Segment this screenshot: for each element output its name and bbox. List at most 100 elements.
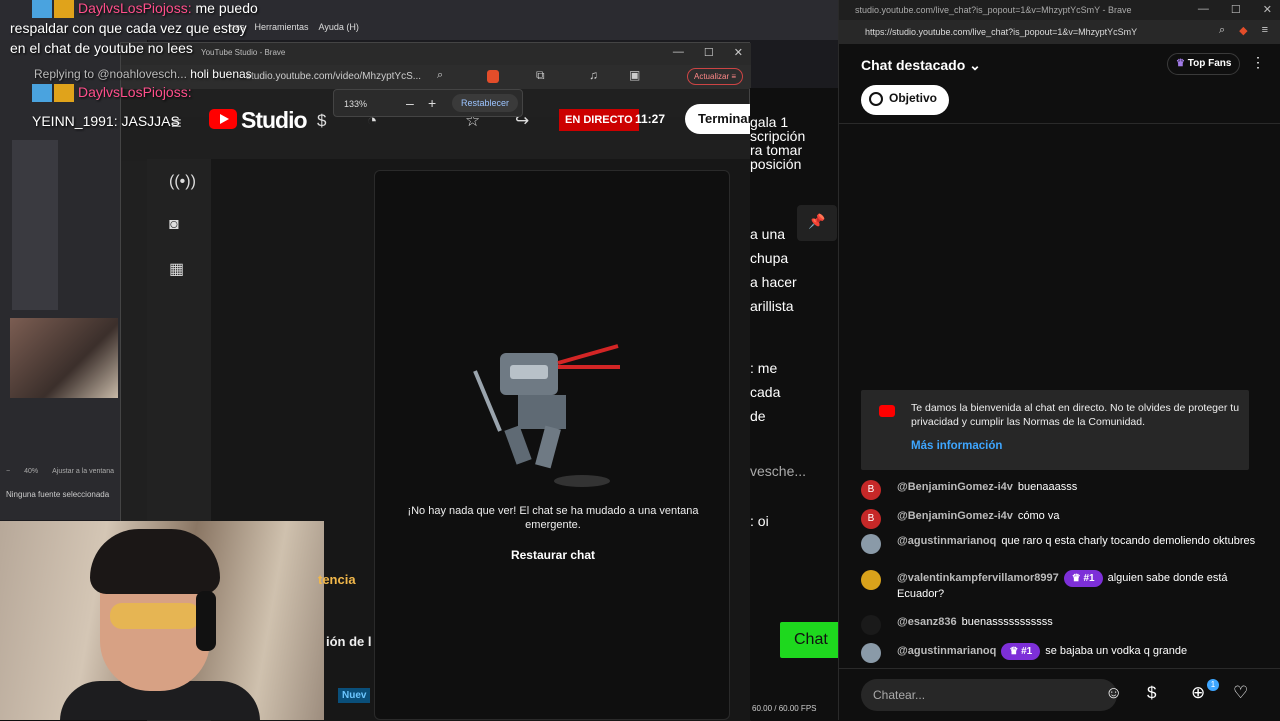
overlay-text: arillista (750, 298, 794, 314)
zoom-percent: 133% (344, 99, 368, 109)
message-author[interactable]: @agustinmarianoq (897, 535, 996, 547)
message-author[interactable]: @valentinkampfervillamor8997 (897, 572, 1059, 584)
goal-button[interactable]: Objetivo (861, 85, 950, 115)
overlay-text: chupa (750, 250, 789, 266)
brave-shield-icon[interactable] (487, 70, 499, 83)
avatar[interactable] (861, 534, 881, 554)
chat-message: @valentinkampfervillamor8997 ♛ #1 alguien … (861, 570, 1257, 602)
zoom-level: 40% (24, 468, 39, 475)
zoom-icon[interactable]: ⌕ (1219, 24, 1225, 37)
tab-tencia[interactable]: tencia (318, 572, 356, 587)
avatar[interactable] (861, 643, 881, 663)
overlay-line: YEINN_1991: JASJJAS (32, 113, 180, 129)
menu-item-ayuda[interactable]: Ayuda (H) (319, 22, 359, 32)
crown-icon (54, 0, 74, 19)
wallet-icon[interactable]: ▣ (629, 68, 640, 82)
window-controls: — ☐ ✕ (1198, 3, 1272, 16)
super-chat-icon[interactable]: $ (1147, 683, 1156, 703)
monetization-icon[interactable]: $ (317, 111, 326, 131)
chat-header: Chat destacado ⌄ ♛ Top Fans ⋮ Objetivo (839, 44, 1280, 124)
overlay-line: respaldar con que cada vez que estoy (10, 20, 247, 36)
avatar[interactable]: B (861, 480, 881, 500)
close-icon[interactable]: ✕ (734, 46, 743, 59)
chat-url-icons: ⌕ ◆ ≡ (1219, 24, 1268, 37)
chat-url-bar[interactable]: https://studio.youtube.com/live_chat?is_… (839, 20, 1280, 44)
message-text: buenasssssssssss (961, 616, 1053, 628)
zoom-in-button[interactable]: + (428, 95, 436, 111)
headset-icon (196, 591, 216, 651)
avatar[interactable] (861, 615, 881, 635)
crown-icon (54, 84, 74, 103)
overlay-text: vesche... (750, 463, 807, 479)
more-options-icon[interactable]: ⋮ (1251, 54, 1265, 71)
message-author[interactable]: @agustinmarianoq (897, 645, 996, 657)
avatar[interactable]: B (861, 509, 881, 529)
fps-readout: 60.00 / 60.00 FPS (752, 704, 817, 713)
message-author[interactable]: @BenjaminGomez-i4v (897, 510, 1013, 522)
live-badge: EN DIRECTO (559, 109, 639, 131)
update-label: Actualizar (694, 72, 730, 81)
chat-message: @esanz836 buenasssssssssss (861, 615, 1257, 635)
message-text: buenaaasss (1017, 481, 1078, 493)
emoji-icon[interactable]: ☺ (1105, 683, 1122, 703)
fit-window-button[interactable]: Ajustar a la ventana (52, 468, 114, 482)
webcam-glasses (110, 603, 200, 629)
message-author[interactable]: @BenjaminGomez-i4v (897, 481, 1013, 493)
message-author[interactable]: @esanz836 (897, 616, 957, 628)
chat-input[interactable]: Chatear... (861, 679, 1117, 711)
music-icon[interactable]: ♫ (589, 68, 598, 82)
overlay-username: DaylvsLosPiojoss: (78, 0, 192, 16)
close-icon[interactable]: ✕ (1263, 3, 1272, 16)
popout-chat-window: studio.youtube.com/live_chat?is_popout=1… (838, 0, 1280, 720)
live-time: 11:27 (635, 112, 666, 126)
menu-icon[interactable]: ≡ (1262, 24, 1268, 37)
overlay-text: a hacer (750, 274, 797, 290)
update-button[interactable]: Actualizar ≡ (687, 68, 743, 85)
add-icon[interactable]: ⊕ (1191, 683, 1205, 703)
zoom-popup: 133% – + Restablecer (333, 89, 523, 117)
chat-message: @agustinmarianoq ♛ #1 se bajaba un vodka q… (861, 643, 1257, 663)
chat-input-bar: Chatear... ☺ $ ⊕ 1 ♡ (839, 668, 1280, 720)
avatar[interactable] (861, 570, 881, 590)
broadcast-icon[interactable]: ((•)) (169, 173, 196, 191)
zoom-minus-button[interactable]: − (6, 468, 10, 482)
restore-chat-button[interactable]: Restaurar chat (475, 548, 631, 562)
stream-chat-overlay: DaylvsLosPiojoss: me puedo respaldar con… (0, 0, 280, 140)
overlay-message: me puedo (195, 0, 258, 16)
heart-icon[interactable]: ♡ (1233, 683, 1248, 703)
overlay-line: DaylvsLosPiojoss: (32, 84, 192, 103)
webcam-feed (0, 521, 324, 720)
more-info-link[interactable]: Más información (911, 440, 1002, 452)
minimize-icon[interactable]: — (1198, 3, 1209, 16)
obs-thumbnail-strip (12, 140, 58, 310)
message-text: que raro q esta charly tocando demoliend… (1001, 535, 1256, 547)
maximize-icon[interactable]: ☐ (704, 46, 714, 59)
zoom-out-button[interactable]: – (406, 95, 414, 111)
overlay-line: DaylvsLosPiojoss: me puedo (32, 0, 258, 19)
obs-no-source-label: Ninguna fuente seleccionada (6, 490, 110, 499)
top-fans-button[interactable]: ♛ Top Fans (1167, 53, 1241, 75)
welcome-banner: Te damos la bienvenida al chat en direct… (861, 390, 1249, 470)
crown-icon: ♛ (1176, 58, 1185, 69)
chat-mode-label: Chat destacado (861, 57, 966, 73)
zoom-icon[interactable]: ⌕ (437, 69, 443, 82)
brave-shield-icon[interactable]: ◆ (1239, 24, 1247, 37)
overlay-text: cada (750, 384, 781, 400)
tab-sion[interactable]: ión de l (326, 634, 372, 649)
user-icon (32, 0, 52, 19)
maximize-icon[interactable]: ☐ (1231, 3, 1241, 16)
minimize-icon[interactable]: — (673, 46, 684, 59)
user-icon (32, 84, 52, 103)
overlay-text: posición (750, 156, 802, 172)
pin-icon[interactable]: 📌 (797, 205, 837, 241)
chat-mode-dropdown[interactable]: Chat destacado ⌄ (861, 57, 981, 74)
calendar-icon[interactable]: ▦ (169, 259, 184, 279)
camera-icon[interactable]: ◙ (169, 216, 179, 234)
chat-message: B @BenjaminGomez-i4v cómo va (861, 509, 1257, 529)
chat-button[interactable]: Chat (780, 622, 840, 658)
ninja-illustration (473, 344, 620, 487)
zoom-reset-button[interactable]: Restablecer (452, 94, 519, 112)
member-badge: ♛ #1 (1001, 643, 1041, 660)
chat-moved-message: ¡No hay nada que ver! El chat se ha muda… (407, 505, 699, 531)
extensions-icon[interactable]: ⧉ (536, 68, 545, 83)
